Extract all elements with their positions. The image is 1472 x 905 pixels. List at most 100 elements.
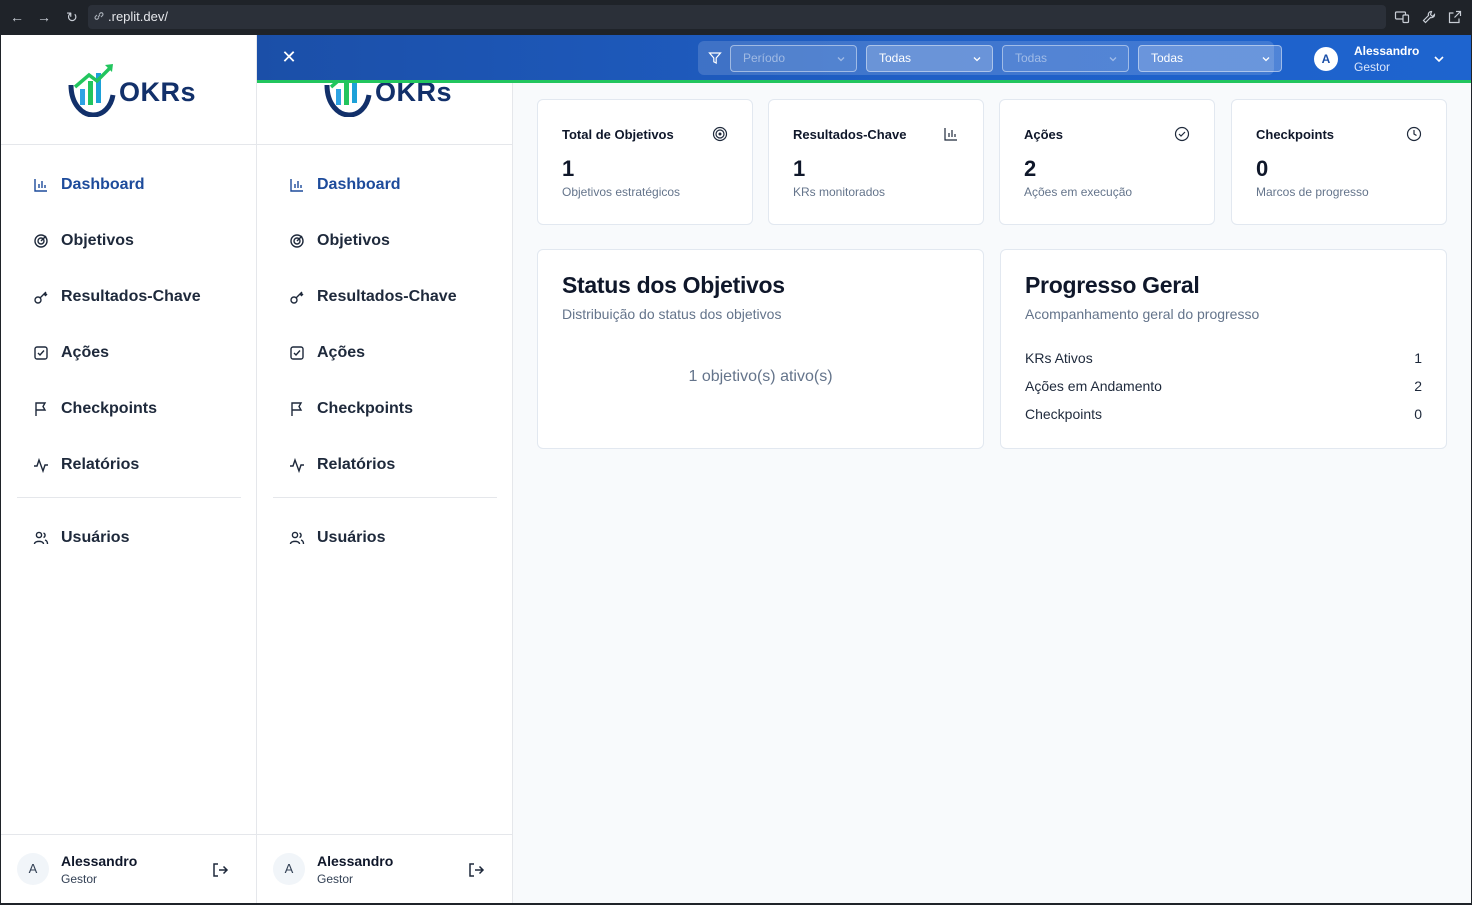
devices-icon[interactable]: [1394, 9, 1410, 25]
sidebar-item-objetivos[interactable]: Objetivos: [273, 221, 497, 261]
flag-icon: [291, 402, 303, 416]
progress-row-label: KRs Ativos: [1025, 350, 1093, 366]
avatar: A: [17, 853, 49, 885]
user-role: Gestor: [61, 872, 98, 886]
users-icon: [33, 531, 49, 545]
stat-card-checkpoints: Checkpoints 0 Marcos de progresso: [1231, 99, 1447, 225]
card-subtitle: Acompanhamento geral do progresso: [1025, 306, 1260, 322]
reload-icon[interactable]: ↻: [63, 8, 81, 26]
sidebar: OKRs Dashboard Objetivos Resultados-Chav…: [1, 35, 257, 903]
sidebar-item-label: Dashboard: [61, 176, 145, 193]
logout-icon[interactable]: [211, 861, 229, 879]
progress-row: Ações em Andamento 2: [1025, 378, 1422, 398]
sidebar-item-dashboard[interactable]: Dashboard: [17, 165, 241, 205]
stat-title: Checkpoints: [1256, 127, 1335, 142]
select-value: Todas: [1151, 51, 1184, 65]
forward-icon[interactable]: →: [35, 8, 53, 26]
sidebar-item-label: Usuários: [61, 529, 130, 546]
sidebar-item-dashboard[interactable]: Dashboard: [273, 165, 497, 205]
chevron-down-icon: [837, 57, 845, 62]
top-bar: ✕ Período Todas Todas Todas A Alessandro…: [257, 35, 1471, 83]
url-text: .replit.dev/: [108, 9, 168, 24]
sidebar-item-checkpoints[interactable]: Checkpoints: [273, 389, 497, 429]
sidebar-item-resultados-chave[interactable]: Resultados-Chave: [273, 277, 497, 317]
progress-row-label: Ações em Andamento: [1025, 378, 1162, 394]
stat-title: Ações: [1024, 127, 1064, 142]
stat-subtitle: KRs monitorados: [793, 185, 886, 199]
progress-row: Checkpoints 0: [1025, 406, 1422, 426]
logo-text: OKRs: [119, 77, 197, 107]
topbar-user-name: Alessandro: [1354, 44, 1420, 58]
clock-icon: [1406, 126, 1422, 142]
period-select[interactable]: Período: [730, 45, 857, 72]
activity-icon: [290, 457, 304, 473]
filter-select-3[interactable]: Todas: [1138, 45, 1282, 72]
bar-chart-icon: [34, 179, 47, 192]
address-bar[interactable]: .replit.dev/: [88, 5, 1386, 29]
stat-subtitle: Marcos de progresso: [1256, 185, 1369, 199]
sidebar-item-usuarios[interactable]: Usuários: [273, 518, 497, 558]
select-value: Todas: [879, 51, 912, 65]
progress-card: Progresso Geral Acompanhamento geral do …: [1000, 249, 1447, 449]
progress-row-label: Checkpoints: [1025, 406, 1103, 422]
sidebar-logo-area: OKRs: [1, 35, 256, 145]
progress-row-value: 2: [1414, 378, 1422, 394]
sidebar-divider: [17, 497, 241, 498]
status-message: 1 objetivo(s) ativo(s): [688, 368, 833, 385]
progress-row-value: 0: [1414, 406, 1422, 422]
stat-subtitle: Objetivos estratégicos: [562, 185, 681, 199]
sidebar-item-usuarios[interactable]: Usuários: [17, 518, 241, 558]
sidebar-item-label: Usuários: [317, 529, 386, 546]
sidebar-item-label: Objetivos: [317, 232, 390, 249]
stat-card-resultados: Resultados-Chave 1 KRs monitorados: [768, 99, 984, 225]
stat-title: Total de Objetivos: [562, 127, 674, 142]
key-icon: [290, 291, 304, 304]
chevron-down-icon[interactable]: [1433, 53, 1445, 65]
stat-value: 2: [1024, 156, 1037, 181]
sidebar-item-acoes[interactable]: Ações: [17, 333, 241, 373]
card-subtitle: Distribuição do status dos objetivos: [562, 306, 782, 322]
sidebar-item-acoes[interactable]: Ações: [273, 333, 497, 373]
filter-icon: [708, 52, 722, 64]
key-icon: [34, 291, 48, 304]
avatar[interactable]: A: [1314, 47, 1338, 71]
sidebar-item-objetivos[interactable]: Objetivos: [17, 221, 241, 261]
avatar: A: [273, 853, 305, 885]
sidebar-item-relatorios[interactable]: Relatórios: [17, 445, 241, 485]
sidebar-item-resultados-chave[interactable]: Resultados-Chave: [17, 277, 241, 317]
chevron-down-icon: [1109, 57, 1117, 62]
card-title: Progresso Geral: [1025, 272, 1200, 298]
topbar-user-role: Gestor: [1354, 60, 1391, 74]
sidebar-item-label: Relatórios: [317, 456, 396, 473]
sidebar-item-relatorios[interactable]: Relatórios: [273, 445, 497, 485]
filter-select-1[interactable]: Todas: [866, 45, 993, 72]
app-logo: OKRs: [67, 59, 197, 119]
wrench-icon[interactable]: [1421, 9, 1437, 25]
sidebar-item-label: Relatórios: [61, 456, 140, 473]
sidebar-item-checkpoints[interactable]: Checkpoints: [17, 389, 241, 429]
sidebar-item-label: Checkpoints: [61, 400, 158, 417]
sidebar-item-label: Ações: [317, 344, 366, 361]
filter-select-2[interactable]: Todas: [1002, 45, 1129, 72]
sidebar-item-label: Resultados-Chave: [61, 288, 201, 305]
sidebar-item-label: Checkpoints: [317, 400, 414, 417]
stat-title: Resultados-Chave: [793, 127, 907, 142]
bar-chart-icon: [944, 128, 957, 141]
users-icon: [289, 531, 305, 545]
target-icon: [34, 234, 48, 248]
check-circle-icon: [1174, 126, 1190, 142]
sidebar-item-label: Objetivos: [61, 232, 134, 249]
logout-icon[interactable]: [467, 861, 485, 879]
progress-row-value: 1: [1414, 350, 1422, 366]
check-square-icon: [34, 346, 48, 360]
sidebar-divider: [273, 497, 497, 498]
close-sidebar-button[interactable]: ✕: [279, 47, 299, 67]
sidebar-overlay: OKRs Dashboard Objetivos Resultados-Chav…: [257, 35, 513, 903]
status-card: Status dos Objetivos Distribuição do sta…: [537, 249, 984, 449]
bar-chart-icon: [290, 179, 303, 192]
stat-subtitle: Ações em execução: [1024, 185, 1133, 199]
external-link-icon[interactable]: [1447, 9, 1463, 25]
back-icon[interactable]: ←: [8, 8, 26, 26]
link-icon: [94, 12, 104, 20]
flag-icon: [35, 402, 47, 416]
